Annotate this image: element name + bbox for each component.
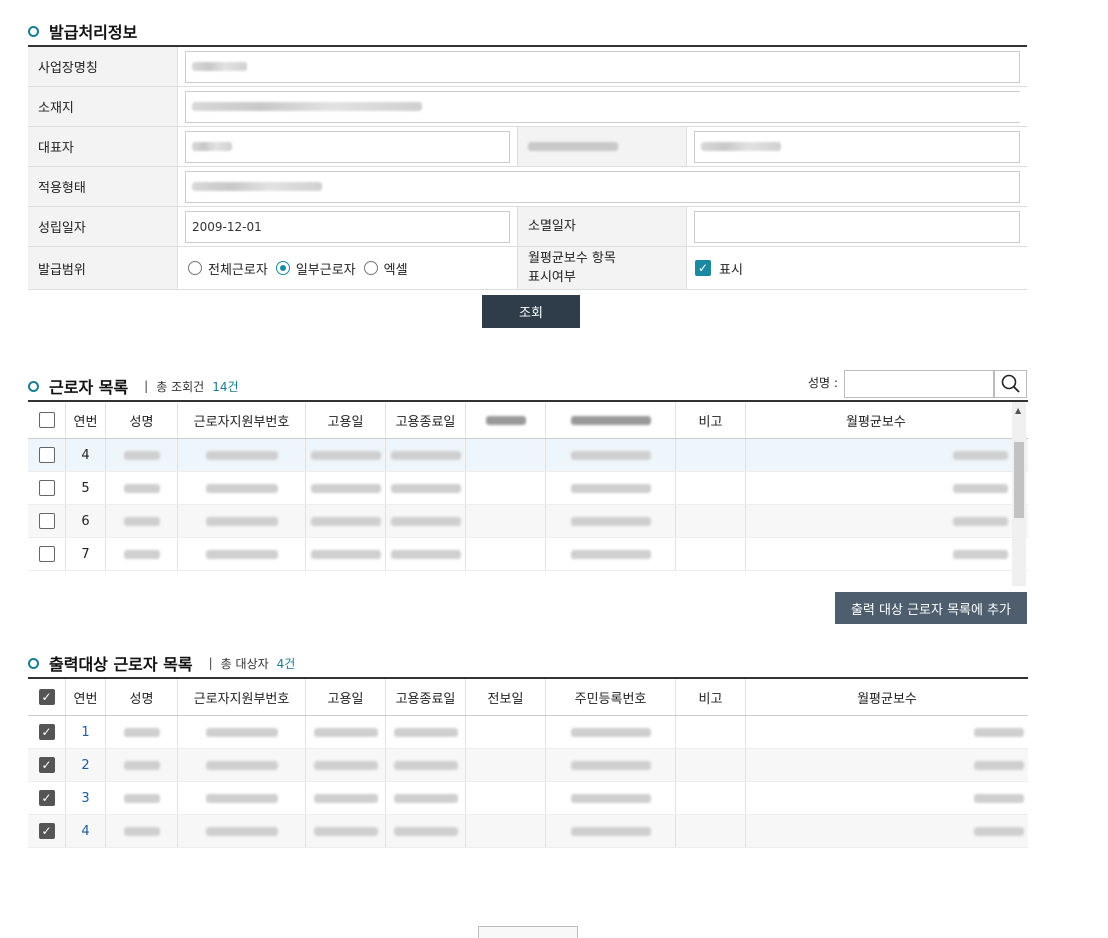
row-established: 성립일자 2009-12-01 소멸일자 [28,207,1027,247]
monthly-pay-display-checkbox[interactable]: ✓ [695,260,711,276]
search-icon [1001,374,1020,393]
col-remark: 비고 [676,679,746,715]
row-checkbox[interactable]: ✓ [38,757,55,773]
row-biz-name: 사업장명칭 [28,47,1027,87]
col-hire-date: 고용일 [306,679,386,715]
table-row[interactable]: 5 [28,472,1028,505]
row-location: 소재지 [28,87,1027,127]
scope-radio-all[interactable]: 전체근로자 [188,259,268,278]
output-list-grid: ✓ 연번 성명 근로자지원부번호 고용일 고용종료일 전보일 주민등록번호 비고… [28,677,1028,848]
label-apply-type: 적용형태 [28,167,178,206]
label-monthly-pay-display: 월평균보수 항목표시여부 [517,247,687,289]
col-remark: 비고 [676,402,746,438]
col-resident-number [546,402,676,438]
table-row[interactable]: 6 [28,505,1028,538]
bullet-icon [28,380,39,392]
col-hire-date: 고용일 [306,402,386,438]
representative-field[interactable] [185,130,510,163]
select-all-checkbox[interactable] [38,412,55,428]
output-grid-header: ✓ 연번 성명 근로자지원부번호 고용일 고용종료일 전보일 주민등록번호 비고… [28,679,1028,716]
add-to-output-button[interactable]: 출력 대상 근로자 목록에 추가 [835,592,1027,624]
col-monthly-pay: 월평균보수 [857,691,917,707]
row-checkbox[interactable]: ✓ [38,823,55,839]
col-monthly-pay: 월평균보수 [846,414,906,430]
row-checkbox[interactable] [38,546,55,562]
name-search-label: 성명 : [808,376,838,390]
worker-count: 14건 [212,379,239,394]
label-scope: 발급범위 [28,247,178,289]
extinguished-date-field[interactable] [694,210,1020,243]
table-row[interactable]: ✓ 1 [28,716,1028,749]
worker-grid-scrollbar[interactable]: ▲ [1012,402,1026,586]
name-search-input[interactable] [844,370,994,398]
row-representative: 대표자 [28,127,1027,167]
bullet-icon [28,25,39,37]
row-checkbox[interactable]: ✓ [38,790,55,806]
col-name: 성명 [106,402,178,438]
label-location: 소재지 [28,87,178,126]
worker-list-grid: 연번 성명 근로자지원부번호 고용일 고용종료일 비고 월평균보수 4 5 6 … [28,400,1028,588]
table-row[interactable]: ✓ 4 [28,815,1028,848]
scope-radio-excel[interactable]: 엑셀 [363,259,408,278]
bullet-icon [28,657,39,669]
col-end-date: 고용종료일 [386,679,466,715]
worker-grid-header: 연번 성명 근로자지원부번호 고용일 고용종료일 비고 월평균보수 [28,402,1028,439]
col-resident-number: 주민등록번호 [546,679,676,715]
col-transfer-date [466,402,546,438]
output-count: 4건 [276,656,296,671]
row-checkbox[interactable] [38,480,55,496]
label-established: 성립일자 [28,207,178,246]
radio-selected-icon [275,261,290,275]
established-date-field[interactable]: 2009-12-01 [185,210,510,243]
table-row[interactable]: 7 [28,538,1028,571]
issue-section-title: 발급처리정보 [28,19,137,43]
col-support-number: 근로자지원부번호 [178,679,306,715]
radio-icon [188,261,202,275]
location-field[interactable] [185,90,1020,123]
biz-name-field[interactable] [185,50,1020,83]
business-number-field[interactable] [694,130,1020,163]
label-extinguished: 소멸일자 [517,207,687,246]
col-no: 연번 [66,679,106,715]
col-transfer-date: 전보일 [466,679,546,715]
search-icon-button[interactable] [994,370,1027,398]
col-support-number: 근로자지원부번호 [178,402,306,438]
label-biz-name: 사업장명칭 [28,47,178,86]
label-business-number [517,127,687,166]
table-row[interactable]: 4 [28,439,1028,472]
issue-info-table: 사업장명칭 소재지 대표자 적용형태 성립일자 2009-12-01 소멸일자 … [28,45,1027,290]
row-checkbox[interactable] [38,513,55,529]
col-no: 연번 [66,402,106,438]
bottom-button[interactable] [478,926,578,938]
apply-type-field[interactable] [185,170,1020,203]
row-checkbox[interactable] [38,447,55,463]
col-end-date: 고용종료일 [386,402,466,438]
select-all-output-checkbox[interactable]: ✓ [38,689,55,705]
col-name: 성명 [106,679,178,715]
scroll-up-icon[interactable]: ▲ [1015,406,1021,415]
table-row[interactable]: ✓ 2 [28,749,1028,782]
row-checkbox[interactable]: ✓ [38,724,55,740]
scroll-thumb[interactable] [1014,442,1024,518]
select-all-output-cell[interactable]: ✓ [28,679,66,715]
table-row[interactable]: ✓ 3 [28,782,1028,815]
worker-list-title: 근로자 목록 | 총 조회건 14건 [28,374,239,398]
scope-radio-partial[interactable]: 일부근로자 [275,259,356,278]
output-list-title: 출력대상 근로자 목록 | 총 대상자 4건 [28,651,295,675]
search-button[interactable]: 조회 [482,295,580,328]
row-apply-type: 적용형태 [28,167,1027,207]
row-scope: 발급범위 전체근로자 일부근로자 엑셀 월평균보수 항목표시여부 ✓ 표시 [28,247,1027,290]
label-representative: 대표자 [28,127,178,166]
monthly-pay-display-label: 표시 [719,262,743,278]
select-all-cell[interactable] [28,402,66,438]
radio-icon [363,261,378,275]
